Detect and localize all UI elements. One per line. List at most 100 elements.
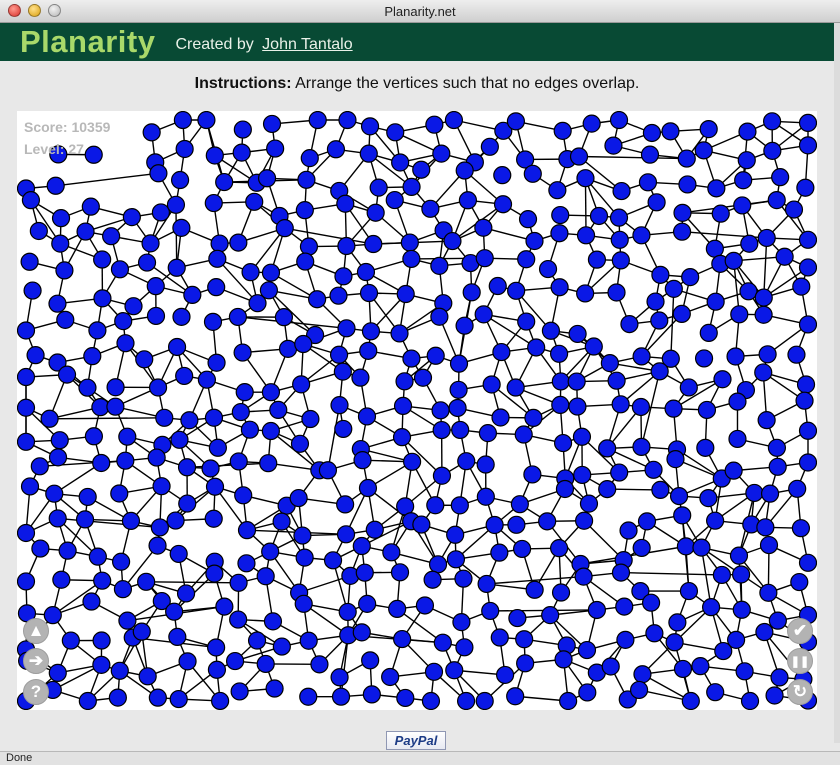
graph-vertex[interactable]: [527, 338, 546, 357]
graph-vertex[interactable]: [738, 122, 757, 141]
graph-vertex[interactable]: [454, 569, 473, 588]
graph-vertex[interactable]: [412, 160, 431, 179]
graph-vertex[interactable]: [574, 511, 594, 530]
graph-vertex[interactable]: [770, 668, 789, 687]
graph-vertex[interactable]: [400, 233, 419, 252]
graph-vertex[interactable]: [55, 261, 74, 280]
graph-vertex[interactable]: [796, 178, 815, 197]
graph-vertex[interactable]: [111, 552, 131, 571]
graph-vertex[interactable]: [705, 239, 724, 258]
graph-vertex[interactable]: [673, 506, 692, 525]
graph-vertex[interactable]: [515, 630, 534, 649]
graph-vertex[interactable]: [551, 372, 570, 391]
graph-vertex[interactable]: [474, 218, 493, 237]
graph-vertex[interactable]: [234, 486, 253, 505]
graph-vertex[interactable]: [76, 222, 95, 241]
graph-vertex[interactable]: [647, 193, 666, 212]
graph-vertex[interactable]: [449, 354, 469, 373]
graph-vertex[interactable]: [576, 169, 595, 188]
graph-vertex[interactable]: [147, 448, 166, 467]
graph-vertex[interactable]: [507, 281, 526, 300]
graph-vertex[interactable]: [724, 461, 743, 480]
graph-vertex[interactable]: [197, 111, 216, 130]
graph-vertex[interactable]: [664, 279, 683, 298]
graph-vertex[interactable]: [362, 685, 381, 704]
graph-vertex[interactable]: [274, 308, 294, 327]
graph-vertex[interactable]: [132, 622, 151, 641]
graph-vertex[interactable]: [579, 494, 599, 513]
graph-vertex[interactable]: [650, 362, 669, 381]
graph-vertex[interactable]: [180, 411, 199, 430]
graph-vertex[interactable]: [681, 268, 700, 287]
graph-vertex[interactable]: [228, 307, 248, 327]
graph-vertex[interactable]: [728, 429, 747, 449]
graph-vertex[interactable]: [567, 372, 586, 391]
graph-vertex[interactable]: [523, 164, 542, 183]
graph-vertex[interactable]: [275, 219, 294, 238]
graph-vertex[interactable]: [355, 563, 374, 582]
pause-button[interactable]: ❚❚: [787, 648, 813, 674]
graph-vertex[interactable]: [331, 687, 351, 706]
graph-vertex[interactable]: [142, 123, 161, 142]
graph-vertex[interactable]: [768, 457, 787, 476]
graph-vertex[interactable]: [205, 564, 224, 583]
graph-vertex[interactable]: [207, 353, 226, 372]
graph-vertex[interactable]: [203, 312, 223, 331]
graph-vertex[interactable]: [506, 378, 525, 397]
graph-vertex[interactable]: [765, 686, 784, 705]
graph-vertex[interactable]: [755, 622, 774, 642]
graph-vertex[interactable]: [173, 111, 192, 130]
graph-vertex[interactable]: [576, 226, 596, 245]
graph-vertex[interactable]: [775, 247, 794, 266]
graph-vertex[interactable]: [166, 195, 186, 214]
graph-vertex[interactable]: [116, 451, 135, 470]
graph-vertex[interactable]: [666, 450, 685, 469]
graph-vertex[interactable]: [170, 170, 190, 190]
graph-vertex[interactable]: [20, 252, 39, 271]
graph-vertex[interactable]: [432, 420, 451, 440]
graph-vertex[interactable]: [726, 630, 746, 649]
graph-vertex[interactable]: [415, 596, 435, 615]
graph-vertex[interactable]: [524, 408, 543, 427]
graph-vertex[interactable]: [259, 281, 278, 300]
graph-vertex[interactable]: [696, 438, 715, 457]
graph-vertex[interactable]: [633, 665, 652, 684]
graph-vertex[interactable]: [587, 250, 607, 269]
graph-vertex[interactable]: [336, 525, 356, 544]
graph-vertex[interactable]: [178, 494, 197, 513]
graph-vertex[interactable]: [330, 396, 349, 415]
graph-vertex[interactable]: [207, 638, 226, 657]
graph-vertex[interactable]: [757, 228, 776, 248]
graph-vertex[interactable]: [538, 259, 558, 279]
graph-vertex[interactable]: [549, 344, 569, 363]
graph-vertex[interactable]: [477, 574, 496, 594]
graph-vertex[interactable]: [208, 249, 227, 268]
graph-vertex[interactable]: [240, 420, 260, 439]
graph-vertex[interactable]: [402, 249, 421, 269]
graph-vertex[interactable]: [330, 668, 349, 687]
graph-vertex[interactable]: [58, 541, 77, 560]
graph-vertex[interactable]: [712, 565, 732, 585]
graph-vertex[interactable]: [106, 378, 125, 397]
graph-vertex[interactable]: [294, 594, 313, 613]
graph-vertex[interactable]: [651, 480, 670, 499]
graph-vertex[interactable]: [616, 630, 635, 649]
graph-vertex[interactable]: [559, 691, 578, 710]
graph-vertex[interactable]: [83, 347, 102, 366]
graph-canvas[interactable]: [17, 111, 817, 710]
graph-vertex[interactable]: [632, 347, 651, 366]
graph-vertex[interactable]: [92, 655, 111, 674]
graph-vertex[interactable]: [611, 563, 631, 582]
graph-vertex[interactable]: [517, 250, 536, 269]
graph-vertex[interactable]: [739, 282, 758, 301]
graph-vertex[interactable]: [113, 580, 133, 599]
graph-vertex[interactable]: [118, 611, 137, 630]
graph-vertex[interactable]: [21, 191, 41, 210]
graph-vertex[interactable]: [40, 409, 59, 428]
graph-vertex[interactable]: [485, 515, 504, 535]
graph-vertex[interactable]: [701, 598, 721, 617]
graph-vertex[interactable]: [205, 477, 225, 496]
graph-vertex[interactable]: [598, 439, 617, 458]
graph-vertex[interactable]: [795, 391, 814, 410]
graph-vertex[interactable]: [175, 139, 194, 159]
